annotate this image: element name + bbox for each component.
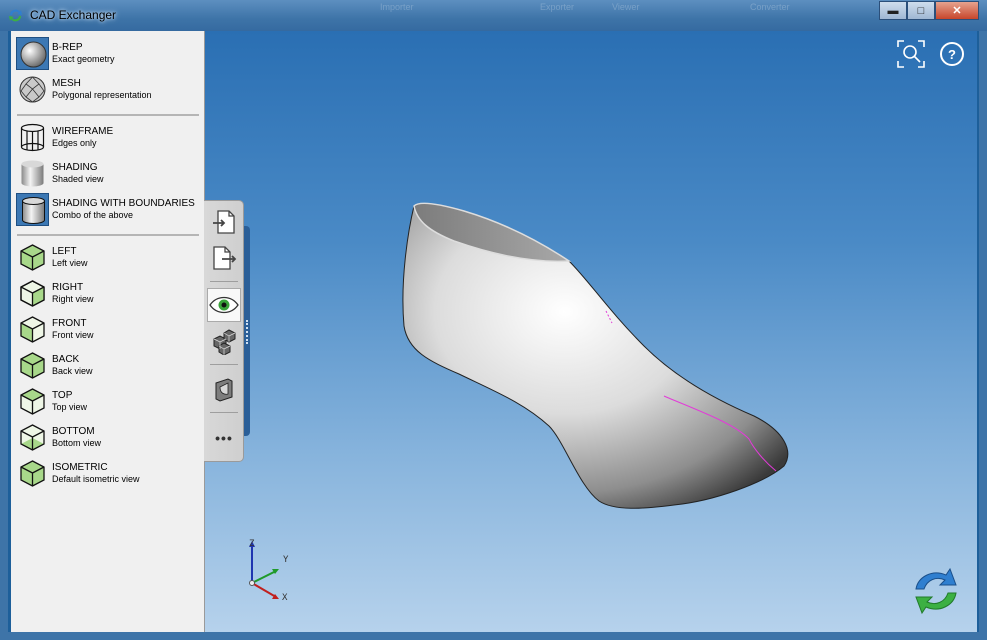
sidebar-item-isometric[interactable]: ISOMETRIC Default isometric view bbox=[14, 456, 202, 491]
toolstrip-divider bbox=[210, 412, 238, 413]
ghost-tab-label: Viewer bbox=[612, 2, 640, 12]
sidebar-item-sub: Top view bbox=[52, 402, 88, 412]
import-button[interactable] bbox=[207, 205, 241, 239]
sphere-icon bbox=[16, 37, 49, 70]
export-button[interactable] bbox=[207, 241, 241, 275]
import-icon bbox=[213, 210, 235, 234]
sidebar-item-bottom[interactable]: BOTTOM Bottom view bbox=[14, 420, 202, 455]
sidebar-item-label: B-REP bbox=[52, 42, 83, 53]
sidebar-item-label: WIREFRAME bbox=[52, 126, 114, 137]
cad-exchanger-logo-icon bbox=[9, 9, 22, 22]
sidebar-item-sub: Polygonal representation bbox=[52, 90, 152, 100]
shaded-boundaries-cylinder-icon bbox=[16, 193, 49, 226]
view-mode-button[interactable] bbox=[207, 288, 241, 322]
cube-front-icon bbox=[16, 313, 49, 346]
sidebar-item-mesh[interactable]: MESH Polygonal representation bbox=[14, 72, 202, 107]
toolstrip-divider bbox=[210, 281, 238, 282]
shoe-last-model[interactable] bbox=[204, 31, 977, 632]
cube-back-icon bbox=[16, 349, 49, 382]
sidebar-item-label: FRONT bbox=[52, 318, 87, 329]
maximize-button[interactable]: □ bbox=[907, 1, 935, 20]
view-mode-sidebar: B-REP Exact geometry MESH Polygonal repr… bbox=[11, 31, 205, 632]
minimize-button[interactable]: ▬ bbox=[879, 1, 907, 20]
sidebar-item-right[interactable]: RIGHT Right view bbox=[14, 276, 202, 311]
zoom-fit-icon bbox=[897, 40, 925, 68]
section-button[interactable] bbox=[207, 373, 241, 407]
axis-label-x: X bbox=[282, 593, 288, 603]
window-frame-left bbox=[0, 31, 8, 640]
3d-viewport[interactable]: ? Z Y X bbox=[204, 31, 977, 632]
zoom-fit-button[interactable] bbox=[896, 39, 926, 69]
sidebar-item-sub: Default isometric view bbox=[52, 474, 140, 484]
cube-bottom-icon bbox=[16, 421, 49, 454]
sidebar-item-sub: Right view bbox=[52, 294, 94, 304]
sidebar-item-wireframe[interactable]: WIREFRAME Edges only bbox=[14, 120, 202, 155]
sidebar-item-sub: Left view bbox=[52, 258, 88, 268]
close-button[interactable]: ✕ bbox=[935, 1, 979, 20]
sidebar-item-label: BACK bbox=[52, 354, 80, 365]
sidebar-item-label: ISOMETRIC bbox=[52, 462, 108, 473]
sidebar-item-front[interactable]: FRONT Front view bbox=[14, 312, 202, 347]
shaded-cylinder-icon bbox=[16, 157, 49, 190]
cube-top-icon bbox=[16, 385, 49, 418]
window-title: CAD Exchanger bbox=[30, 8, 117, 22]
panel-resize-grip[interactable] bbox=[246, 320, 250, 344]
axis-label-z: Z bbox=[249, 539, 255, 549]
sidebar-item-label: SHADING WITH BOUNDARIES bbox=[52, 198, 195, 209]
sidebar-divider bbox=[17, 114, 199, 116]
sidebar-divider bbox=[17, 234, 199, 236]
sidebar-item-shading-with-boundaries[interactable]: SHADING WITH BOUNDARIES Combo of the abo… bbox=[14, 192, 202, 227]
axis-label-y: Y bbox=[283, 555, 289, 565]
cube-left-icon bbox=[16, 241, 49, 274]
sidebar-item-label: RIGHT bbox=[52, 282, 84, 293]
sidebar-item-label: SHADING bbox=[52, 162, 98, 173]
sidebar-item-sub: Edges only bbox=[52, 138, 97, 148]
main-toolstrip: ••• bbox=[204, 200, 244, 462]
wireframe-cylinder-icon bbox=[16, 121, 49, 154]
ghost-tab-label: Importer bbox=[380, 2, 414, 12]
sidebar-item-top[interactable]: TOP Top view bbox=[14, 384, 202, 419]
cube-isometric-icon bbox=[16, 457, 49, 490]
toolstrip-divider bbox=[210, 364, 238, 365]
sidebar-item-sub: Shaded view bbox=[52, 174, 104, 184]
section-icon bbox=[215, 378, 233, 402]
window-controls: ▬ □ ✕ bbox=[879, 1, 979, 21]
help-button[interactable]: ? bbox=[940, 42, 964, 66]
sidebar-item-sub: Front view bbox=[52, 330, 94, 340]
sidebar-item-back[interactable]: BACK Back view bbox=[14, 348, 202, 383]
sidebar-item-sub: Bottom view bbox=[52, 438, 102, 448]
cube-right-icon bbox=[16, 277, 49, 310]
sidebar-item-label: BOTTOM bbox=[52, 426, 95, 437]
export-icon bbox=[213, 246, 237, 270]
more-button[interactable]: ••• bbox=[207, 421, 241, 455]
mesh-sphere-icon bbox=[16, 73, 49, 106]
eye-icon bbox=[209, 296, 239, 314]
assembly-button[interactable] bbox=[207, 325, 241, 359]
title-bar: CAD Exchanger Importer Exporter Viewer C… bbox=[0, 0, 987, 31]
sidebar-item-label: MESH bbox=[52, 78, 81, 89]
sidebar-item-brep[interactable]: B-REP Exact geometry bbox=[14, 36, 202, 71]
window-frame-bottom bbox=[0, 632, 987, 640]
sidebar-item-shading[interactable]: SHADING Shaded view bbox=[14, 156, 202, 191]
sidebar-item-label: LEFT bbox=[52, 246, 77, 257]
ghost-tab-label: Exporter bbox=[540, 2, 575, 12]
sidebar-item-sub: Back view bbox=[52, 366, 93, 376]
window-frame-right bbox=[979, 31, 987, 640]
sidebar-item-sub: Exact geometry bbox=[52, 54, 115, 64]
ghost-tab-label: Converter bbox=[750, 2, 790, 12]
sidebar-item-sub: Combo of the above bbox=[52, 210, 134, 220]
sidebar-item-left[interactable]: LEFT Left view bbox=[14, 240, 202, 275]
refresh-icon[interactable] bbox=[910, 565, 962, 617]
assembly-cubes-icon bbox=[213, 329, 236, 355]
sidebar-item-label: TOP bbox=[52, 390, 73, 401]
